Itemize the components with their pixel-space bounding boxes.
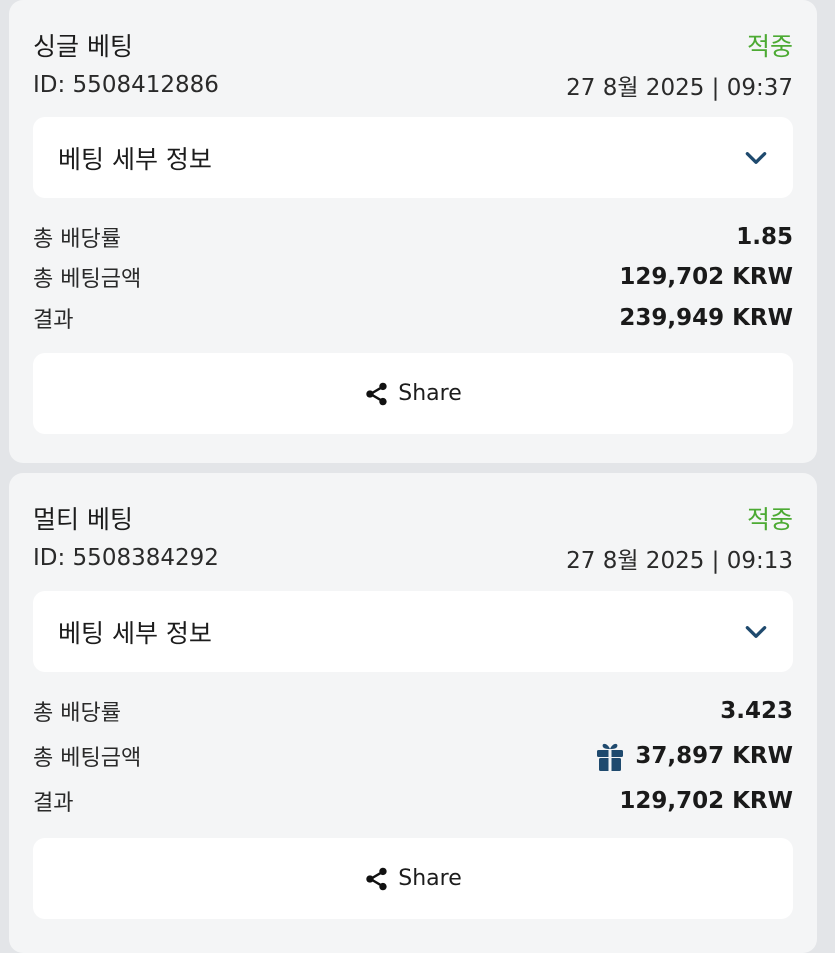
bet-datetime: 27 8월 2025 | 09:37 bbox=[566, 75, 793, 101]
summary-label: 총 배당률 bbox=[33, 701, 121, 726]
summary-label: 결과 bbox=[33, 791, 74, 816]
summary-value: 129,702 KRW bbox=[619, 264, 793, 290]
share-icon bbox=[366, 867, 387, 890]
bet-meta: ID: 5508412886 27 8월 2025 | 09:37 bbox=[33, 68, 793, 102]
summary-row-stake: 총 베팅금액 37,897 KRW bbox=[33, 730, 793, 782]
gift-icon bbox=[597, 743, 624, 771]
bet-id: ID: 5508412886 bbox=[33, 72, 219, 98]
share-icon bbox=[366, 382, 387, 405]
bet-status: 적중 bbox=[746, 505, 793, 534]
summary-label: 총 베팅금액 bbox=[33, 267, 142, 292]
summary-value: 1.85 bbox=[736, 223, 793, 250]
bet-card-multi: 멀티 베팅 적중 ID: 5508384292 27 8월 2025 | 09:… bbox=[9, 473, 817, 953]
bet-details-toggle[interactable]: 베팅 세부 정보 bbox=[33, 591, 793, 672]
share-label: Share bbox=[398, 381, 462, 406]
summary-value: 239,949 KRW bbox=[619, 305, 793, 331]
share-button[interactable]: Share bbox=[33, 353, 793, 434]
bet-card-header: 멀티 베팅 적중 bbox=[33, 501, 793, 535]
share-label: Share bbox=[398, 866, 462, 891]
bet-details-toggle[interactable]: 베팅 세부 정보 bbox=[33, 117, 793, 198]
bet-title: 멀티 베팅 bbox=[33, 505, 133, 534]
summary-value-with-icon: 37,897 KRW bbox=[595, 740, 793, 772]
bet-summary: 총 배당률 3.423 총 베팅금액 37,897 KRW 결과 129,702… bbox=[33, 692, 793, 820]
bet-meta: ID: 5508384292 27 8월 2025 | 09:13 bbox=[33, 541, 793, 575]
share-button[interactable]: Share bbox=[33, 838, 793, 919]
summary-label: 결과 bbox=[33, 308, 74, 333]
summary-row-result: 결과 129,702 KRW bbox=[33, 782, 793, 820]
bet-summary: 총 배당률 1.85 총 베팅금액 129,702 KRW 결과 239,949… bbox=[33, 220, 793, 335]
summary-row-stake: 총 베팅금액 129,702 KRW bbox=[33, 253, 793, 301]
summary-value: 3.423 bbox=[720, 698, 793, 724]
bet-details-label: 베팅 세부 정보 bbox=[58, 144, 212, 174]
summary-row-result: 결과 239,949 KRW bbox=[33, 301, 793, 335]
summary-value: 129,702 KRW bbox=[619, 788, 793, 814]
summary-label: 총 배당률 bbox=[33, 226, 121, 252]
bet-id: ID: 5508384292 bbox=[33, 545, 219, 571]
summary-row-odds: 총 배당률 3.423 bbox=[33, 692, 793, 730]
summary-row-odds: 총 배당률 1.85 bbox=[33, 220, 793, 253]
bet-title: 싱글 베팅 bbox=[33, 32, 133, 61]
bet-datetime: 27 8월 2025 | 09:13 bbox=[566, 548, 793, 574]
chevron-down-icon bbox=[745, 151, 767, 164]
bet-card-header: 싱글 베팅 적중 bbox=[33, 28, 793, 62]
chevron-down-icon bbox=[745, 625, 767, 638]
summary-value: 37,897 KRW bbox=[635, 743, 793, 769]
bet-details-label: 베팅 세부 정보 bbox=[58, 618, 212, 648]
bet-status: 적중 bbox=[746, 32, 793, 61]
bet-card-single: 싱글 베팅 적중 ID: 5508412886 27 8월 2025 | 09:… bbox=[9, 0, 817, 463]
summary-label: 총 베팅금액 bbox=[33, 746, 142, 771]
